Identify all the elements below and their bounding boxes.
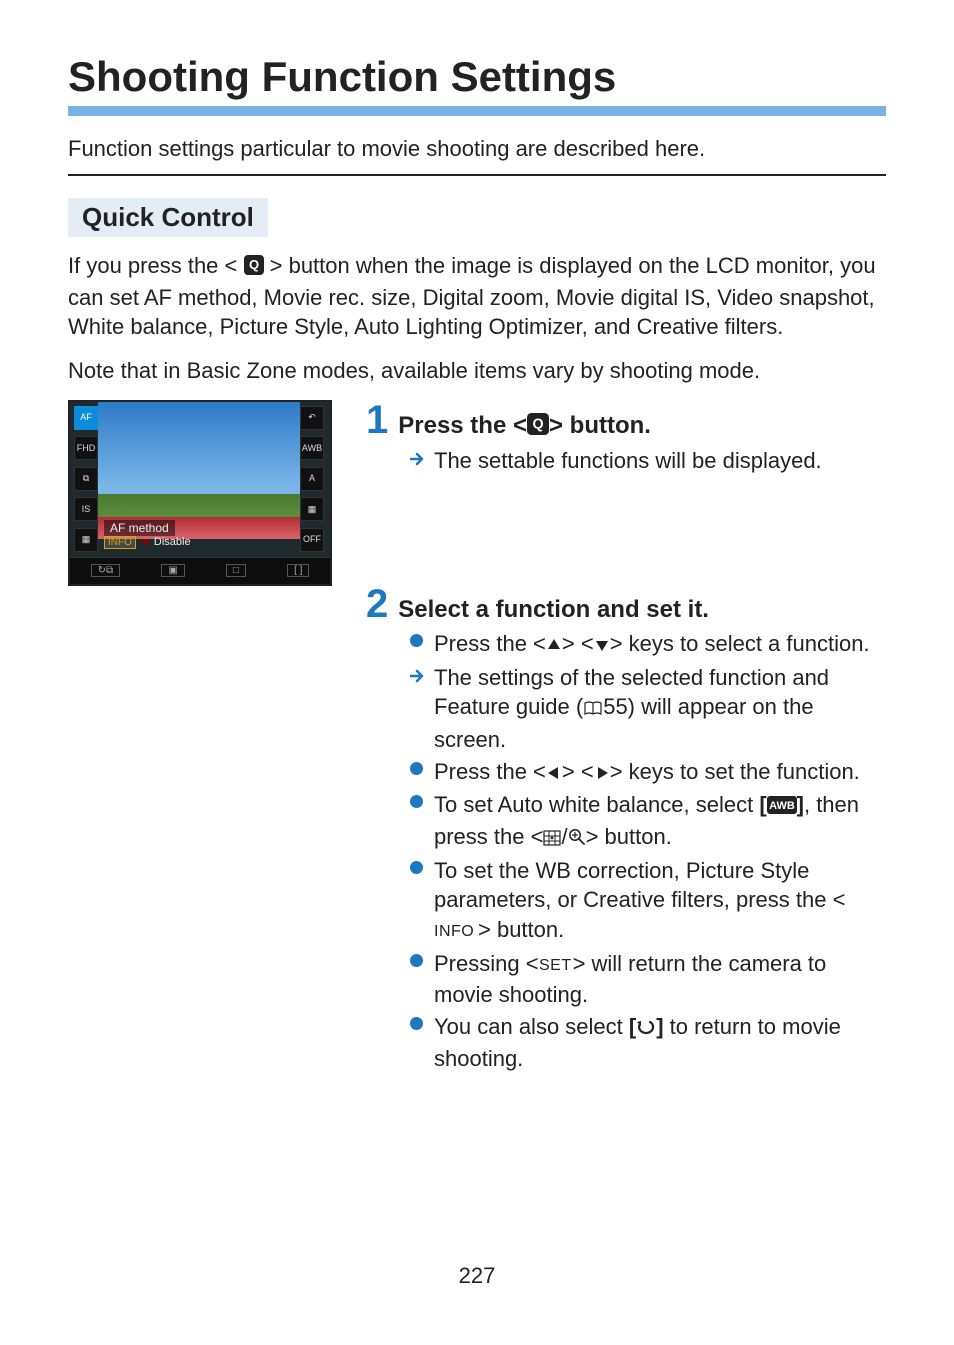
bullet-icon — [410, 1017, 423, 1030]
page-number: 227 — [0, 1263, 954, 1289]
lcd-bottom-0: ↻⧉ — [91, 564, 121, 577]
s2i4-post: > button. — [478, 917, 564, 942]
bullet-icon — [410, 861, 423, 874]
book-icon — [583, 695, 603, 725]
lcd-info-row: INFO Disable — [104, 536, 191, 549]
s2i2-pre: Press the < — [434, 759, 546, 784]
page-title: Shooting Function Settings — [68, 54, 886, 100]
info-icon: INFO — [434, 917, 478, 947]
step-2-item-6: You can also select [] to return to movi… — [410, 1012, 886, 1073]
lcd-left-icon-0: AF — [74, 406, 98, 430]
s2i6-pre: You can also select — [434, 1014, 629, 1039]
up-arrow-icon — [546, 631, 562, 661]
step-1-number: 1 — [366, 400, 388, 440]
s2i3-post: > button. — [586, 824, 672, 849]
s2i0-post: > keys to select a function. — [610, 631, 870, 656]
lcd-right-icon-0: ↶ — [300, 406, 324, 430]
step-1-title-b: > button. — [549, 412, 651, 439]
s2i2-post: > keys to set the function. — [610, 759, 860, 784]
lcd-sky — [98, 402, 300, 502]
lcd-right-icon-2: A — [300, 467, 324, 491]
lcd-label: AF method — [104, 520, 175, 536]
lcd-bottom-2: □ — [226, 564, 246, 577]
arrow-right-icon — [410, 451, 426, 467]
quick-control-paragraph-1: If you press the < Q > button when the i… — [68, 251, 886, 342]
lcd-bottom-3: [ ] — [287, 564, 309, 577]
svg-text:Q: Q — [248, 257, 258, 272]
lcd-right-icon-3: ▦ — [300, 497, 324, 521]
s2i3-pre: To set Auto white balance, select — [434, 792, 759, 817]
bullet-icon — [410, 795, 423, 808]
step-2-item-2: Press the < > < > keys to set the function… — [410, 757, 886, 789]
lcd-bottom-1: ▣ — [161, 564, 184, 577]
grid-icon — [543, 824, 561, 854]
s2i2-mid1: > < — [562, 759, 594, 784]
bullet-icon — [410, 634, 423, 647]
q-button-icon: Q — [244, 253, 264, 283]
quick-control-paragraph-2: Note that in Basic Zone modes, available… — [68, 356, 886, 386]
step-1: 1 Press the < Q > button. The settable fun… — [366, 400, 886, 476]
intro-paragraph: Function settings particular to movie sh… — [68, 134, 886, 164]
lcd-left-col: AF FHD ⧉ IS ▦ — [72, 404, 102, 554]
q-button-icon: Q — [527, 413, 549, 443]
s2i5-pre: Pressing < — [434, 951, 539, 976]
step-1-title: Press the < Q > button. — [398, 412, 651, 443]
lcd-bottom-bar: ↻⧉ ▣ □ [ ] — [70, 557, 330, 584]
step-2-item-3: To set Auto white balance, select [AWB],… — [410, 790, 886, 853]
down-arrow-icon — [594, 631, 610, 661]
step-2-item-1: The settings of the selected function an… — [410, 663, 886, 755]
step-2-title: Select a function and set it. — [398, 596, 709, 625]
intro-rule — [68, 174, 886, 176]
step-2-number: 2 — [366, 584, 388, 624]
svg-text:INFO: INFO — [434, 923, 474, 939]
lcd-info-badge: INFO — [104, 536, 136, 549]
svg-text:AWB: AWB — [769, 800, 795, 812]
lcd-disable-text: Disable — [154, 536, 191, 548]
set-icon: SET — [539, 951, 573, 981]
left-arrow-icon — [546, 759, 562, 789]
lcd-right-icon-4: OFF — [300, 528, 324, 552]
lcd-figure: AF FHD ⧉ IS ▦ ↶ AWB A ▦ OFF AF method IN… — [68, 400, 332, 586]
section-heading-quick-control: Quick Control — [68, 198, 268, 237]
lcd-rec-dot — [142, 539, 148, 545]
return-icon — [636, 1014, 656, 1044]
lcd-right-col: ↶ AWB A ▦ OFF — [298, 404, 328, 554]
step-2-item-4: To set the WB correction, Picture Style … — [410, 856, 886, 947]
s2i0-pre: Press the < — [434, 631, 546, 656]
lcd-left-icon-1: FHD — [74, 436, 98, 460]
magnify-icon — [568, 824, 586, 854]
lcd-left-icon-2: ⧉ — [74, 467, 98, 491]
qc-para1-a: If you press the < — [68, 253, 237, 278]
svg-text:SET: SET — [539, 957, 572, 973]
title-underline — [68, 106, 886, 116]
bullet-icon — [410, 762, 423, 775]
step-1-item-0-text: The settable functions will be displayed… — [434, 448, 822, 473]
right-arrow-icon — [594, 759, 610, 789]
svg-text:Q: Q — [532, 416, 543, 432]
step-1-title-a: Press the < — [398, 412, 527, 439]
step-2: 2 Select a function and set it. Press th… — [366, 584, 886, 1073]
arrow-right-icon — [410, 668, 426, 684]
lcd-left-icon-3: IS — [74, 497, 98, 521]
awb-icon: AWB — [767, 792, 797, 822]
s2i4-pre: To set the WB correction, Picture Style … — [434, 858, 845, 913]
step-2-item-0: Press the < > < > keys to select a functio… — [410, 629, 886, 661]
s2i0-mid1: > < — [562, 631, 594, 656]
step-2-item-5: Pressing <SET> will return the camera to… — [410, 949, 886, 1010]
lcd-right-icon-1: AWB — [300, 436, 324, 460]
bullet-icon — [410, 954, 423, 967]
lcd-left-icon-4: ▦ — [74, 528, 98, 552]
step-1-item-0: The settable functions will be displayed… — [410, 446, 886, 476]
